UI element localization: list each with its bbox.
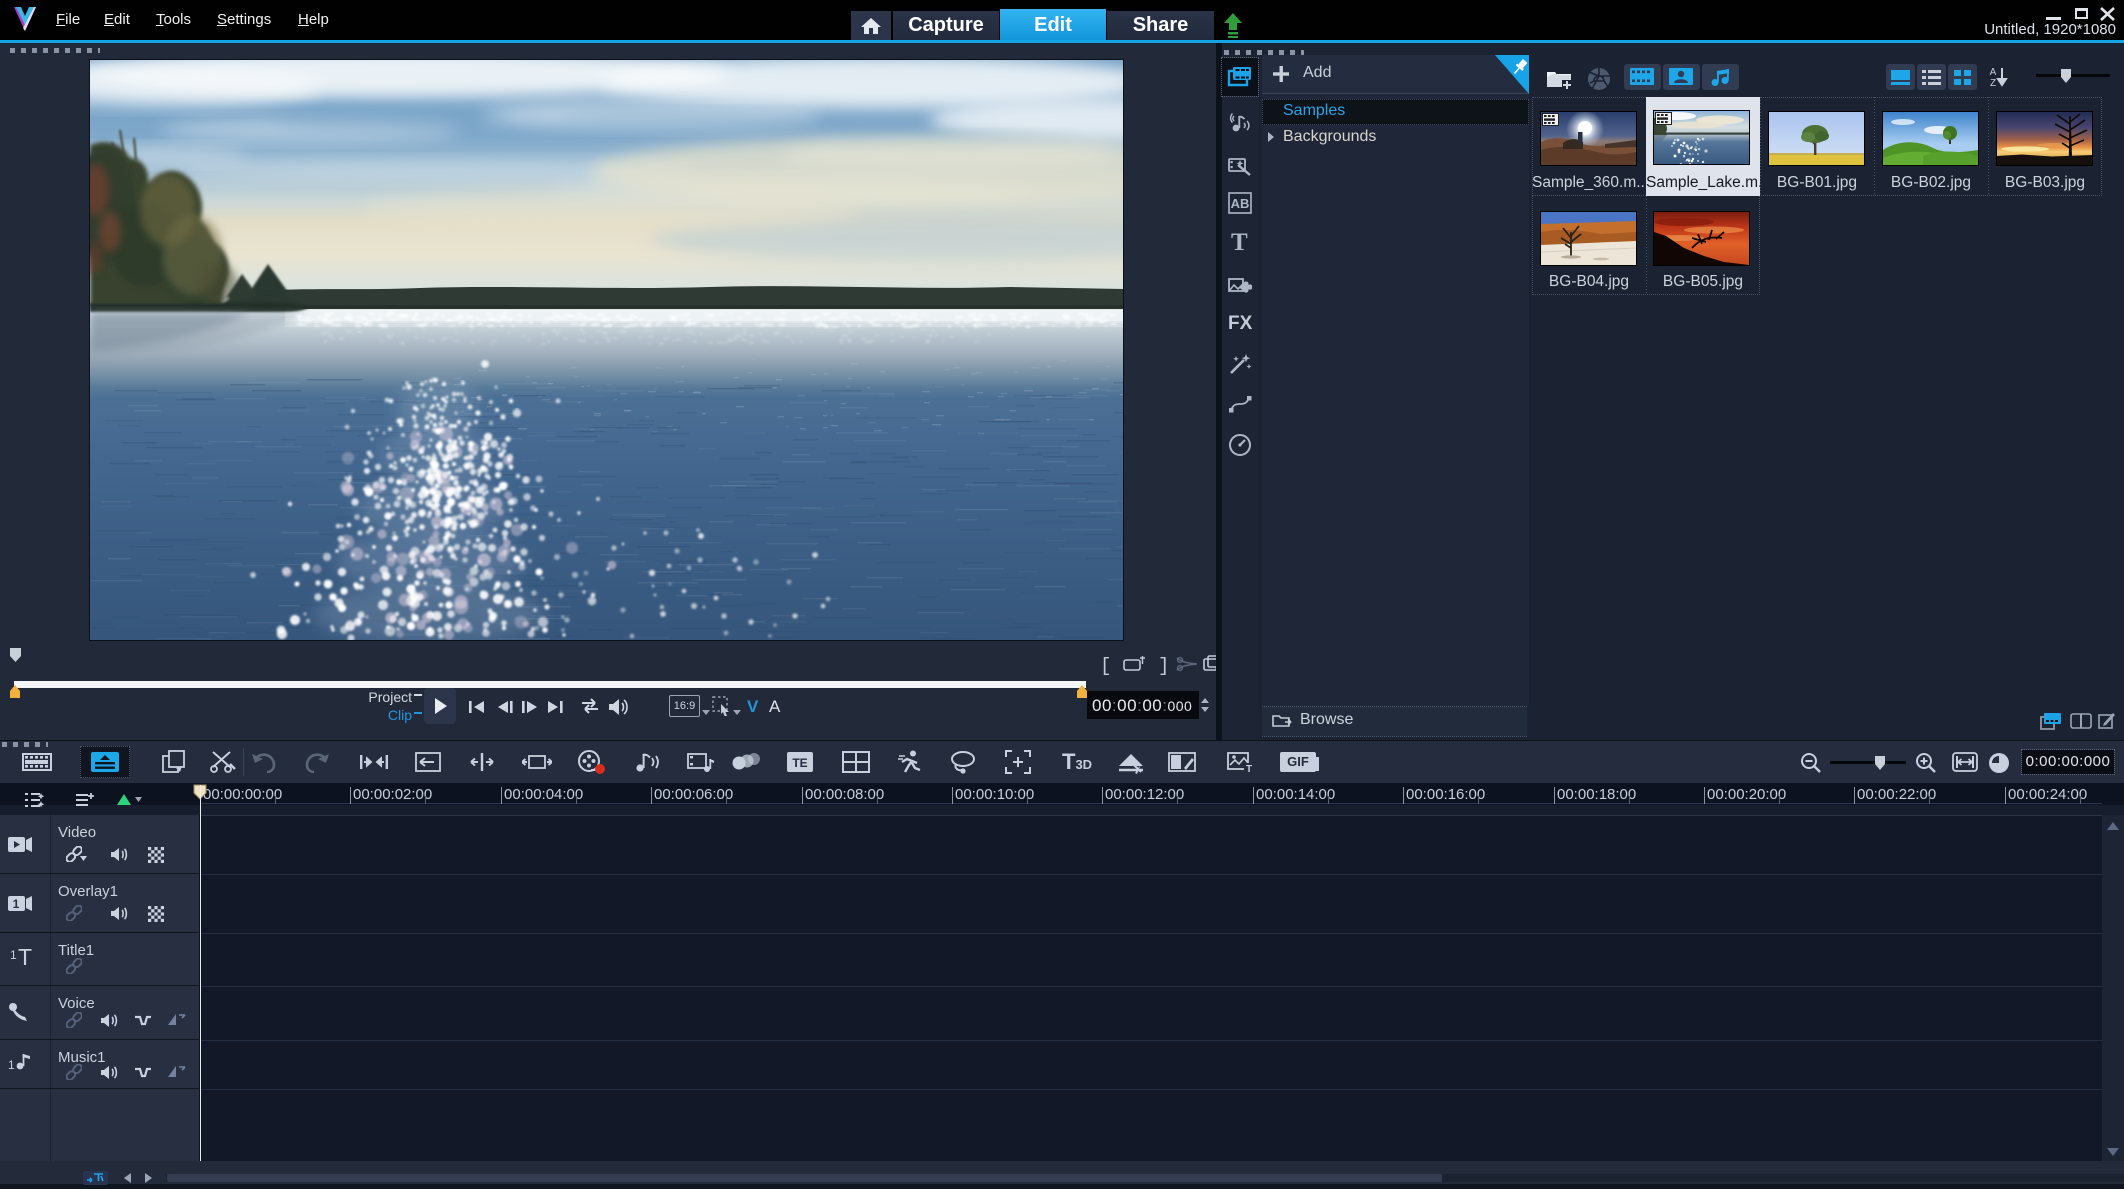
svg-text:Z: Z [1990, 78, 1996, 88]
svg-text:A: A [1990, 67, 1997, 78]
svg-text:AB: AB [1231, 196, 1250, 211]
svg-text:T: T [1246, 764, 1252, 774]
svg-text:1: 1 [13, 897, 20, 911]
svg-text:TE: TE [792, 756, 807, 770]
